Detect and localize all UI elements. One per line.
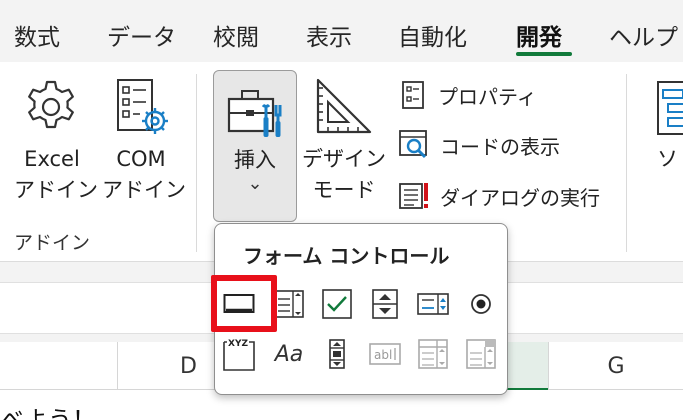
spin-button-control[interactable] bbox=[367, 286, 403, 322]
form-controls-title: フォーム コントロール bbox=[243, 244, 450, 268]
active-tab-indicator bbox=[516, 52, 572, 56]
group-box-control[interactable]: XYZ bbox=[221, 336, 257, 372]
view-code-label: コードの表示 bbox=[440, 134, 560, 159]
properties-button[interactable]: プロパティ bbox=[398, 77, 537, 113]
ribbon-tab-bar: 数式 データ 校閲 表示 自動化 開発 ヘルプ bbox=[0, 0, 683, 62]
spin-button-icon bbox=[372, 289, 398, 319]
text-field-icon: abl bbox=[369, 343, 401, 365]
design-mode-label-line1: デザイン bbox=[302, 147, 386, 171]
list-box-icon bbox=[417, 293, 449, 315]
tab-view[interactable]: 表示 bbox=[306, 18, 352, 52]
tab-formulas[interactable]: 数式 bbox=[14, 18, 60, 52]
com-addins-icon bbox=[117, 79, 168, 134]
view-code-icon bbox=[399, 130, 427, 159]
design-mode-label-line2: モード bbox=[312, 178, 376, 202]
properties-label: プロパティ bbox=[438, 84, 537, 109]
group-separator bbox=[196, 74, 197, 252]
combo-list-edit-icon bbox=[418, 339, 448, 369]
com-addins-label-line1: COM bbox=[116, 147, 166, 171]
run-dialog-button[interactable]: ダイアログの実行 bbox=[398, 178, 600, 214]
tab-data[interactable]: データ bbox=[107, 18, 176, 52]
source-label-partial: ソ bbox=[657, 147, 678, 171]
view-code-button[interactable]: コードの表示 bbox=[398, 127, 560, 163]
text-field-text: abl bbox=[374, 348, 392, 362]
group-separator bbox=[626, 74, 627, 252]
radio-button-icon bbox=[471, 294, 491, 314]
label-control[interactable]: Aa bbox=[271, 336, 307, 372]
tab-developer[interactable]: 開発 bbox=[516, 18, 562, 52]
scroll-bar-control[interactable] bbox=[319, 336, 355, 372]
triangle-ruler-icon bbox=[316, 78, 372, 134]
tab-help[interactable]: ヘルプ bbox=[609, 18, 678, 52]
combo-list-edit-control-disabled bbox=[415, 336, 451, 372]
checkbox-icon bbox=[322, 289, 352, 319]
toolbox-icon bbox=[227, 90, 282, 137]
run-dialog-icon bbox=[399, 183, 428, 209]
text-field-control-disabled: abl bbox=[367, 336, 403, 372]
option-button-control[interactable] bbox=[463, 286, 499, 322]
combo-box-icon bbox=[274, 290, 304, 318]
excel-addins-label-line2: アドイン bbox=[14, 178, 98, 202]
com-addins-label-line2: アドイン bbox=[102, 178, 186, 202]
group-box-text: XYZ bbox=[228, 339, 248, 349]
gear-icon bbox=[28, 80, 74, 129]
list-box-control[interactable] bbox=[415, 286, 451, 322]
column-header-g[interactable]: G bbox=[549, 342, 683, 390]
run-dialog-label: ダイアログの実行 bbox=[440, 185, 600, 210]
chevron-down-icon: ⌄ bbox=[247, 173, 263, 194]
scroll-bar-icon bbox=[329, 339, 345, 369]
column-header-blank[interactable] bbox=[0, 342, 118, 390]
xml-source-icon bbox=[657, 81, 683, 135]
addins-group-label: アドイン bbox=[14, 232, 91, 254]
tab-review[interactable]: 校閲 bbox=[213, 18, 259, 52]
insert-controls-button[interactable]: 挿入 ⌄ bbox=[213, 70, 297, 222]
combo-dropdown-edit-control-disabled bbox=[463, 336, 499, 372]
label-control-icon: Aa bbox=[274, 341, 304, 367]
insert-label: 挿入 bbox=[234, 148, 276, 172]
combo-dropdown-edit-icon bbox=[466, 339, 496, 369]
highlight-box bbox=[211, 275, 277, 332]
group-box-icon: XYZ bbox=[223, 339, 255, 371]
cell-text: べよう！ bbox=[0, 406, 96, 420]
excel-addins-label-line1: Excel bbox=[24, 147, 80, 171]
checkbox-control[interactable] bbox=[319, 286, 355, 322]
properties-icon bbox=[402, 81, 424, 109]
tab-automate[interactable]: 自動化 bbox=[398, 18, 467, 52]
